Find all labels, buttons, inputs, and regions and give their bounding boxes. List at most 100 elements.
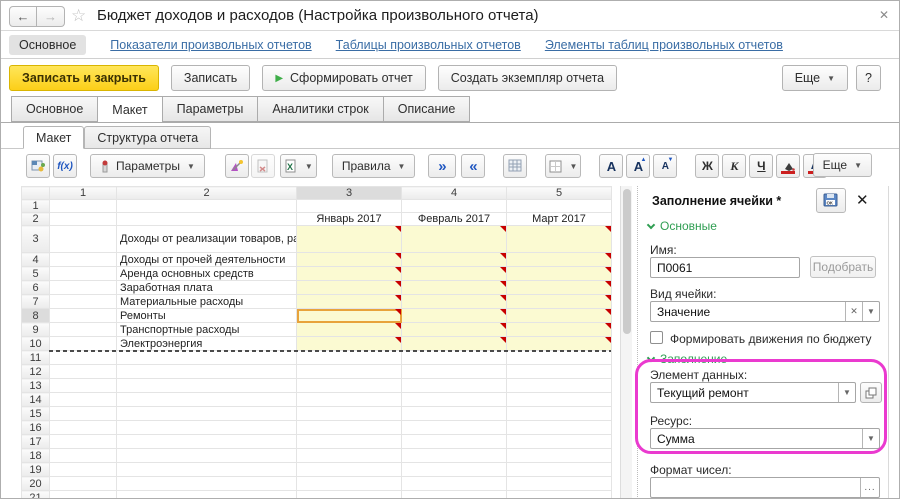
- grid-cell[interactable]: [117, 435, 297, 449]
- grid-cell[interactable]: [507, 200, 612, 213]
- generate-report-button[interactable]: ▶Сформировать отчет: [262, 65, 425, 91]
- grid-cell[interactable]: [402, 365, 507, 379]
- grid-cell[interactable]: Ремонты: [117, 309, 297, 323]
- grid-cell[interactable]: [297, 477, 402, 491]
- grid-cell[interactable]: Электроэнергия: [117, 337, 297, 351]
- grid-cell[interactable]: [297, 200, 402, 213]
- nav-link-tables[interactable]: Таблицы произвольных отчетов: [336, 38, 521, 52]
- grid-cell[interactable]: Заработная плата: [117, 281, 297, 295]
- grid-corner[interactable]: [22, 187, 50, 200]
- grid-cell[interactable]: [50, 463, 117, 477]
- grid-cell[interactable]: [507, 337, 612, 351]
- excel-remove-button[interactable]: [251, 154, 275, 178]
- grid-cell[interactable]: Февраль 2017: [402, 213, 507, 226]
- grid-row-header[interactable]: 13: [22, 379, 50, 393]
- parameters-button[interactable]: Параметры▼: [90, 154, 205, 178]
- merge-cells-button[interactable]: [503, 154, 527, 178]
- ellipsis-button[interactable]: ...: [860, 478, 879, 497]
- rules-button[interactable]: Правила▼: [332, 154, 416, 178]
- grid-cell[interactable]: [50, 309, 117, 323]
- chevron-down-icon[interactable]: ▼: [862, 302, 879, 321]
- grid-cell[interactable]: [117, 463, 297, 477]
- grid-cell[interactable]: [297, 226, 402, 253]
- grid-row-header[interactable]: 2: [22, 213, 50, 226]
- grid-cell[interactable]: [402, 200, 507, 213]
- grid-cell[interactable]: [507, 421, 612, 435]
- wizard-button[interactable]: [225, 154, 249, 178]
- grid-col-header[interactable]: 1: [50, 187, 117, 200]
- grid-cell[interactable]: Транспортные расходы: [117, 323, 297, 337]
- grid-cell[interactable]: [297, 295, 402, 309]
- grid-cell[interactable]: [297, 351, 402, 365]
- grid-cell[interactable]: [507, 393, 612, 407]
- grid-cell[interactable]: [117, 200, 297, 213]
- grid-cell[interactable]: [297, 365, 402, 379]
- grid-cell[interactable]: [50, 449, 117, 463]
- grid-cell[interactable]: [50, 213, 117, 226]
- grid-cell[interactable]: [117, 491, 297, 499]
- grid-cell[interactable]: [50, 267, 117, 281]
- grid-cell[interactable]: [50, 281, 117, 295]
- grid-row-header[interactable]: 7: [22, 295, 50, 309]
- grid-cell[interactable]: [50, 253, 117, 267]
- grid-cell[interactable]: [117, 393, 297, 407]
- grid-cell[interactable]: [507, 351, 612, 365]
- save-button[interactable]: Записать: [171, 65, 250, 91]
- font-increase-button[interactable]: А▲: [626, 154, 650, 178]
- grid-row-header[interactable]: 10: [22, 337, 50, 351]
- grid-cell[interactable]: [402, 337, 507, 351]
- grid-cell[interactable]: [402, 309, 507, 323]
- forward-button[interactable]: →: [37, 6, 65, 27]
- collapse-left-button[interactable]: «: [461, 154, 485, 178]
- grid-row-header[interactable]: 3: [22, 226, 50, 253]
- grid-cell[interactable]: [507, 463, 612, 477]
- grid-cell[interactable]: [402, 281, 507, 295]
- grid-row-header[interactable]: 21: [22, 491, 50, 499]
- grid-cell[interactable]: [50, 435, 117, 449]
- grid-cell[interactable]: [297, 281, 402, 295]
- grid-cell[interactable]: [297, 449, 402, 463]
- grid-cell[interactable]: Доходы от прочей деятельности: [117, 253, 297, 267]
- grid-cell[interactable]: [117, 407, 297, 421]
- grid-cell[interactable]: [297, 379, 402, 393]
- expand-right-button[interactable]: »: [428, 154, 456, 178]
- grid-col-header[interactable]: 2: [117, 187, 297, 200]
- grid-col-header[interactable]: 3: [297, 187, 402, 200]
- nav-link-table-elements[interactable]: Элементы таблиц произвольных отчетов: [545, 38, 783, 52]
- grid-cell[interactable]: [402, 379, 507, 393]
- grid-cell[interactable]: [402, 407, 507, 421]
- grid-row-header[interactable]: 11: [22, 351, 50, 365]
- grid-cell[interactable]: [50, 351, 117, 365]
- panel-save-button[interactable]: ОК: [816, 188, 846, 213]
- panel-close-icon[interactable]: ✕: [856, 191, 869, 209]
- grid-cell[interactable]: [507, 407, 612, 421]
- section-main[interactable]: Основные: [648, 219, 717, 233]
- chevron-down-icon[interactable]: ▼: [838, 383, 855, 402]
- grid-cell[interactable]: [117, 449, 297, 463]
- grid-cell[interactable]: [50, 421, 117, 435]
- grid-vertical-scrollbar[interactable]: [620, 186, 632, 499]
- grid-cell[interactable]: [507, 226, 612, 253]
- grid-cell[interactable]: [297, 267, 402, 281]
- underline-button[interactable]: Ч: [749, 154, 773, 178]
- grid-row-header[interactable]: 18: [22, 449, 50, 463]
- grid-cell[interactable]: [402, 477, 507, 491]
- grid-cell[interactable]: [507, 309, 612, 323]
- excel-export-button[interactable]: X ▼: [280, 154, 317, 178]
- grid-cell[interactable]: [117, 351, 297, 365]
- resource-select[interactable]: Сумма ▼: [650, 428, 880, 449]
- grid-cell[interactable]: [297, 337, 402, 351]
- grid-cell[interactable]: [507, 323, 612, 337]
- help-button[interactable]: ?: [856, 65, 881, 91]
- grid-cell[interactable]: [50, 323, 117, 337]
- grid-cell[interactable]: [117, 213, 297, 226]
- bold-button[interactable]: Ж: [695, 154, 719, 178]
- grid-row-header[interactable]: 12: [22, 365, 50, 379]
- grid-col-header[interactable]: 5: [507, 187, 612, 200]
- grid-cell[interactable]: [117, 365, 297, 379]
- open-element-button[interactable]: [860, 382, 882, 403]
- grid-row-header[interactable]: 1: [22, 200, 50, 213]
- grid-cell[interactable]: [402, 463, 507, 477]
- create-instance-button[interactable]: Создать экземпляр отчета: [438, 65, 617, 91]
- chevron-down-icon[interactable]: ▼: [862, 429, 879, 448]
